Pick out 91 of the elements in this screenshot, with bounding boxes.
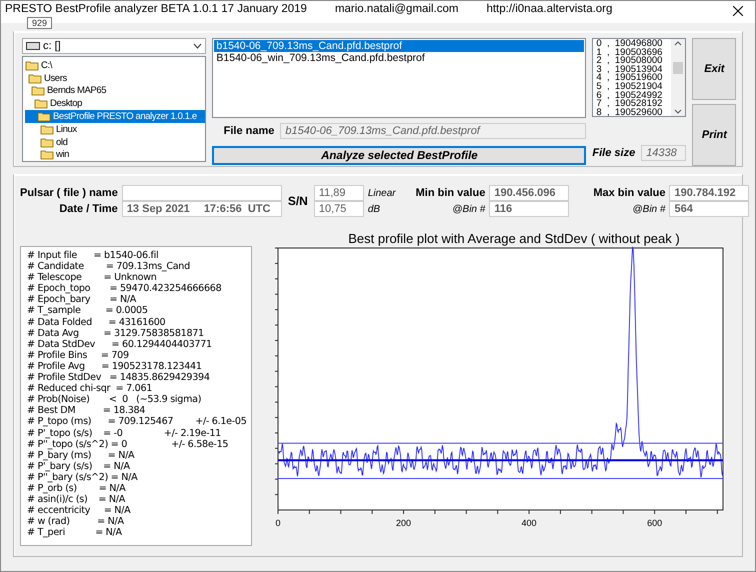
folder-icon bbox=[37, 111, 51, 122]
info-line: # P_bary (ms) = N/A bbox=[27, 450, 136, 461]
unit-label: Linear bbox=[368, 188, 396, 198]
scroll-up-icon[interactable] bbox=[674, 41, 682, 46]
website-url: http://i0naa.altervista.org bbox=[486, 3, 612, 15]
info-line: # Best DM = 18.384 bbox=[27, 405, 146, 416]
unit-label: dB bbox=[368, 204, 380, 214]
info-line: # P''_topo (s/s^2) = 0 +/- 6.58e-15 bbox=[27, 438, 230, 450]
author-email: mario.natali@gmail.com bbox=[334, 3, 458, 15]
axis-tick-label: 600 bbox=[647, 518, 662, 528]
folder-item[interactable]: C:\ bbox=[25, 59, 206, 72]
info-line: # P''_bary (s/s^2) = N/A bbox=[27, 472, 138, 483]
folder-item[interactable]: Bernds MAP65 bbox=[25, 84, 206, 98]
info-line: # Epoch_topo = 59470.423254666668 bbox=[27, 283, 222, 294]
info-line: # T_peri = N/A bbox=[27, 527, 123, 538]
bin-number-label: @Bin # bbox=[632, 204, 666, 214]
bin-item[interactable]: 1 , 190503696 bbox=[596, 48, 668, 58]
bin-number-label: @Bin # bbox=[452, 204, 486, 214]
bin-number-field: 116 bbox=[489, 201, 570, 217]
info-line: # eccentricity = N/A bbox=[27, 505, 132, 516]
info-line: # P'_topo (s/s) = -0 +/- 2.19e-11 bbox=[27, 428, 222, 439]
folder-icon bbox=[25, 60, 39, 71]
bin-item[interactable]: 6 , 190524992 bbox=[596, 92, 668, 100]
exit-button[interactable]: Exit bbox=[692, 38, 736, 100]
bin-item[interactable]: 0 , 190496800 bbox=[596, 40, 668, 49]
bin-item[interactable]: 3 , 190513904 bbox=[596, 66, 668, 74]
folder-icon bbox=[31, 85, 45, 96]
analyze-button[interactable]: Analyze selected BestProfile bbox=[212, 146, 586, 165]
file-size-label: File size bbox=[592, 147, 636, 159]
info-line: # P_topo (ms) = 709.125467 +/- 6.1e-05 bbox=[27, 416, 245, 428]
info-line: # asin(i)/c (s) = N/A bbox=[27, 494, 126, 506]
folder-icon bbox=[40, 149, 54, 160]
file-item[interactable]: b1540-06_709.13ms_Cand.pfd.bestprof bbox=[214, 40, 584, 52]
bin-value-label: Max bin value bbox=[593, 187, 666, 199]
info-line: # Input file = b1540-06.fil bbox=[27, 250, 160, 262]
info-line: # Telescope = Unknown bbox=[27, 272, 158, 284]
date-time-field: 13 Sep 2021 17:6:56 UTC bbox=[122, 201, 282, 217]
bin-value-field: 190.456.096 bbox=[489, 185, 570, 201]
bin-value-field: 190.784.192 bbox=[669, 185, 750, 201]
bin-item[interactable]: 7 , 190528192 bbox=[596, 100, 668, 109]
file-name-field[interactable]: b1540-06_709.13ms_Cand.pfd.bestprof bbox=[280, 123, 586, 139]
chart-title: Best profile plot with Average and StdDev ( without peak ) bbox=[348, 231, 680, 246]
close-icon[interactable] bbox=[733, 6, 743, 16]
info-line: # Profile Bins = 709 bbox=[27, 350, 130, 361]
axis-tick-label: 0 bbox=[276, 518, 280, 528]
folder-item[interactable]: old bbox=[25, 136, 206, 149]
info-line: # w (rad) = N/A bbox=[27, 516, 125, 528]
folder-item[interactable]: BestProfile PRESTO analyzer 1.0.1.e bbox=[25, 110, 206, 123]
file-item[interactable]: B1540-06_win_709.13ms_Cand.pfd.bestprof bbox=[214, 52, 584, 64]
folder-item[interactable]: Users bbox=[25, 72, 206, 85]
info-line: # Profile StdDev = 14835.8629429394 bbox=[27, 372, 211, 384]
info-line: # Candidate = 709.13ms_Cand bbox=[27, 261, 191, 272]
bin-item[interactable]: 4 , 190519600 bbox=[596, 74, 668, 83]
axis-tick-label: 400 bbox=[522, 518, 537, 528]
info-line: # T_sample = 0.0005 bbox=[27, 305, 149, 317]
folder-item[interactable]: Linux bbox=[25, 122, 206, 136]
axis-tick-label: 200 bbox=[396, 518, 412, 528]
chevron-down-icon bbox=[193, 43, 202, 49]
bin-item[interactable]: 8 , 190529600 bbox=[596, 108, 668, 118]
window-title: PRESTO BestProfile analyzer BETA 1.0.1 17 January 2019 bbox=[5, 3, 307, 15]
info-line: # Data StdDev = 60.1294404403771 bbox=[27, 338, 213, 350]
folder-item[interactable]: win bbox=[25, 148, 206, 161]
bin-item[interactable]: 2 , 190508000 bbox=[596, 57, 668, 66]
date-time-label: Date / Time bbox=[59, 203, 118, 215]
bin-number-field: 564 bbox=[669, 201, 750, 217]
info-line: # Data Folded = 43161600 bbox=[27, 316, 166, 328]
info-line: # Prob(Noise) < 0 (~53.9 sigma) bbox=[27, 394, 202, 406]
bin-value-label: Min bin value bbox=[416, 187, 486, 199]
drive-icon bbox=[26, 42, 40, 50]
drive-dropdown[interactable]: c: [] bbox=[22, 38, 206, 54]
file-name-label: File name bbox=[222, 125, 274, 137]
sn-db-field: 10,75 bbox=[314, 201, 364, 217]
sn-label: S/N bbox=[288, 194, 308, 208]
pulsar-name-label: Pulsar ( file ) name bbox=[20, 187, 118, 199]
scrollbar-thumb[interactable] bbox=[673, 62, 684, 74]
info-line: # Epoch_bary = N/A bbox=[27, 294, 136, 306]
info-line: # Reduced chi-sqr = 7.061 bbox=[27, 383, 154, 394]
info-line: # P'_bary (s/s) = N/A bbox=[27, 460, 131, 472]
file-size-field: 14338 bbox=[641, 145, 686, 161]
sn-linear-field: 11,89 bbox=[314, 185, 364, 201]
scrollbar[interactable] bbox=[671, 39, 686, 116]
folder-icon bbox=[40, 136, 54, 148]
scroll-down-icon[interactable] bbox=[674, 109, 682, 114]
folder-item[interactable]: Desktop bbox=[25, 97, 206, 110]
info-line: # Data Avg = 3129.75838581871 bbox=[27, 328, 205, 339]
info-line: # Profile Avg = 190523178.123441 bbox=[27, 360, 203, 372]
folder-icon bbox=[28, 72, 42, 84]
print-button[interactable]: Print bbox=[692, 104, 736, 166]
tooltip: 929 bbox=[27, 17, 52, 29]
bin-item[interactable]: 5 , 190521904 bbox=[596, 82, 668, 92]
info-line: # P_orb (s) = N/A bbox=[27, 482, 126, 494]
